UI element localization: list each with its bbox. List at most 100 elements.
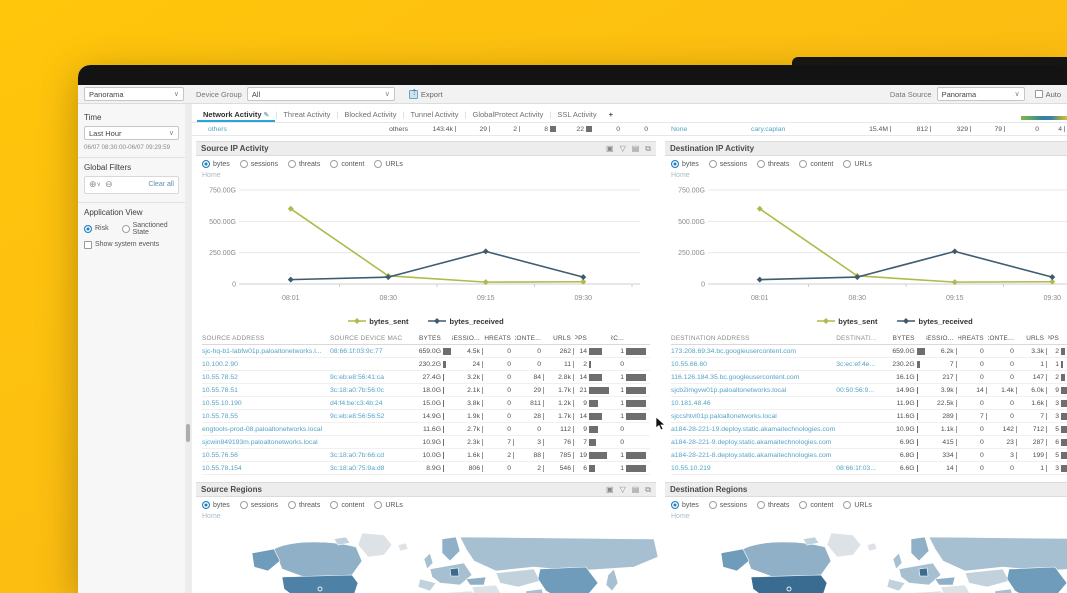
table-view-icon[interactable]: ▤ (632, 144, 640, 153)
radio-icon[interactable] (843, 501, 852, 509)
map-region[interactable] (964, 568, 1010, 588)
map-region[interactable] (866, 542, 878, 552)
auto-refresh-checkbox[interactable] (1034, 90, 1043, 98)
metric-radio-urls[interactable]: URLs (374, 160, 403, 168)
metric-radio-threats[interactable]: threats (287, 501, 320, 509)
table-row[interactable]: a184-28-221-9.deploy.static.akamaitechno… (671, 436, 1067, 449)
table-cell[interactable]: 10.55.10.190 (202, 400, 330, 407)
table-row[interactable]: 10.55.10.21908:66:1f:03...6.6G1400131 (671, 462, 1067, 475)
table-cell[interactable]: sjcwin849193m.paloaltonetworks.local (202, 439, 330, 446)
legend-item-bytes_received[interactable]: bytes_received (428, 317, 504, 326)
open-in-new-icon[interactable]: ⧉ (645, 485, 651, 494)
table-row[interactable]: 10.100.2.90 230.2G 24 0 0 11 2 0 (202, 358, 650, 371)
map-region[interactable] (892, 552, 903, 570)
metric-radio-bytes[interactable]: bytes (671, 501, 699, 509)
chart-view-icon[interactable]: ▣ (606, 485, 614, 494)
radio-icon[interactable] (671, 501, 679, 509)
table-row[interactable]: 10.55.78.55 9c:eb:e8:56:56:52 14.9G 1.9k 0 28… (202, 410, 650, 423)
column-header[interactable]: THREATS (484, 335, 515, 342)
data-point[interactable] (951, 248, 958, 255)
destination-regions-world-map[interactable] (703, 531, 1067, 593)
radio-icon[interactable] (708, 501, 717, 509)
metric-radio-urls[interactable]: URLs (843, 160, 872, 168)
device-group-select[interactable]: All ∨ (246, 87, 395, 101)
add-filter-icon[interactable]: ⊕ (89, 180, 97, 189)
radio-icon[interactable] (287, 160, 296, 168)
table-row[interactable]: 10.55.78.52 9c:eb:e8:56:41:ca 27.4G 3.2k 0 84… (202, 371, 650, 384)
map-region[interactable] (397, 542, 409, 552)
metric-radio-content[interactable]: content (330, 501, 364, 509)
column-header[interactable]: THREATS (958, 335, 988, 342)
tab-globalprotect-activity[interactable]: GlobalProtect Activity (466, 110, 549, 122)
radio-icon[interactable] (708, 160, 717, 168)
table-cell[interactable]: 3c:18:a0:7b:56:0c (330, 387, 410, 394)
table-cell[interactable]: sjccshtvl01p.paloaltonetworks.local (671, 413, 836, 420)
map-region[interactable] (918, 567, 929, 577)
table-row[interactable]: sjccshtvl01p.paloaltonetworks.local 11.6G… (671, 410, 1067, 423)
radio-icon[interactable] (756, 501, 765, 509)
tab-tunnel-activity[interactable]: Tunnel Activity (404, 110, 464, 122)
table-row[interactable]: 10.55.78.154 3c:18:a0:75:9a:d8 8.9G 806 0 2 54… (202, 462, 650, 475)
data-point[interactable] (756, 276, 763, 283)
table-cell[interactable]: a184-28-221-9.deploy.static.akamaitechno… (671, 439, 836, 446)
radio-icon[interactable] (843, 160, 852, 168)
peek-link[interactable]: others (208, 126, 350, 133)
add-filter-chevron-icon[interactable]: ∨ (97, 181, 101, 188)
table-cell[interactable]: 10.55.76.56 (202, 452, 330, 459)
tab-blocked-activity[interactable]: Blocked Activity (338, 110, 402, 122)
metric-radio-sessions[interactable]: sessions (239, 160, 278, 168)
map-region[interactable] (886, 578, 906, 592)
table-cell[interactable]: engtools-prod-08.paloaltonetworks.local (202, 426, 330, 433)
map-region[interactable] (465, 576, 487, 586)
map-region[interactable] (537, 566, 599, 593)
radio-icon[interactable] (756, 160, 765, 168)
map-region[interactable] (281, 574, 359, 593)
radio-icon[interactable] (239, 160, 248, 168)
data-source-select[interactable]: Panorama ∨ (936, 87, 1025, 101)
metric-radio-bytes[interactable]: bytes (671, 160, 699, 168)
metric-radio-threats[interactable]: threats (287, 160, 320, 168)
column-header[interactable]: CONTE... (515, 335, 545, 342)
map-region[interactable] (417, 578, 437, 592)
metric-radio-bytes[interactable]: bytes (202, 160, 230, 168)
source-ip-breadcrumb[interactable]: Home (196, 172, 656, 182)
table-cell[interactable]: a184-28-221-19.deploy.static.akamaitechn… (671, 426, 836, 433)
map-region[interactable] (459, 536, 659, 572)
metric-radio-sessions[interactable]: sessions (708, 160, 747, 168)
metric-radio-content[interactable]: content (330, 160, 364, 168)
table-row[interactable]: sjcb2imgvw01p.paloaltonetworks.local 00:5… (671, 384, 1067, 397)
legend-item-bytes_sent[interactable]: bytes_sent (348, 317, 408, 326)
column-header[interactable]: SESSIO... (452, 335, 484, 342)
map-region[interactable] (524, 588, 546, 593)
map-region[interactable] (910, 536, 930, 562)
column-header[interactable]: SESSIO... (926, 335, 958, 342)
column-header[interactable]: SOURC... (611, 335, 648, 342)
table-row[interactable]: 10.55.76.56 3c:18:a0:7b:66:cd 10.0G 1.6k 2 88… (202, 449, 650, 462)
table-cell[interactable]: 10.55.78.51 (202, 387, 330, 394)
clear-all-link[interactable]: Clear all (148, 181, 174, 188)
radio-icon[interactable] (799, 501, 808, 509)
source-regions-breadcrumb[interactable]: Home (196, 513, 656, 523)
table-cell[interactable]: sjc-hq-b1-labfw01p.paloaltonetworks.l... (202, 348, 330, 355)
context-select[interactable]: Panorama ∨ (84, 87, 184, 101)
radio-icon[interactable] (330, 160, 339, 168)
metric-radio-content[interactable]: content (799, 501, 833, 509)
map-region[interactable] (940, 584, 973, 593)
tab-ssl-activity[interactable]: SSL Activity (551, 110, 602, 122)
metric-radio-bytes[interactable]: bytes (202, 501, 230, 509)
radio-icon[interactable] (374, 501, 383, 509)
data-point[interactable] (287, 276, 294, 283)
column-header[interactable]: BYTES (410, 335, 452, 342)
column-header[interactable]: DESTINATI... (836, 335, 885, 342)
radio-icon[interactable] (202, 501, 210, 509)
export-button[interactable]: Export (408, 88, 443, 99)
map-region[interactable] (251, 548, 281, 572)
column-header[interactable]: APPS (575, 335, 611, 342)
source-peek-row[interactable]: others others 143.4k 29 2 8 22 0 0 (192, 123, 652, 135)
legend-item-bytes_sent[interactable]: bytes_sent (817, 317, 877, 326)
source-regions-world-map[interactable] (234, 531, 664, 593)
column-header[interactable]: SOURCE DEVICE MAC (330, 335, 410, 342)
radio-icon[interactable] (287, 501, 296, 509)
table-row[interactable]: sjc-hq-b1-labfw01p.paloaltonetworks.l...… (202, 345, 650, 358)
column-header[interactable]: BYTES (885, 335, 926, 342)
